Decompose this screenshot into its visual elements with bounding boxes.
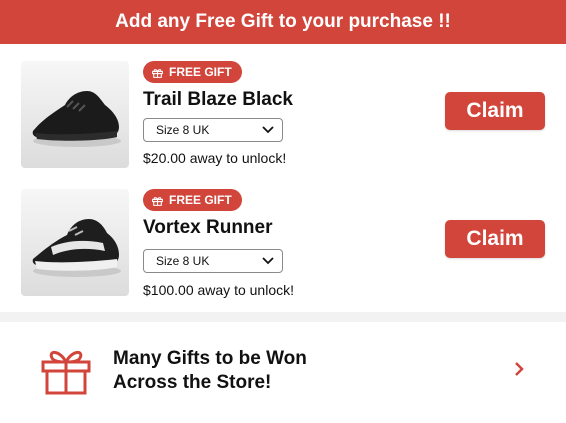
chevron-down-icon (262, 257, 274, 265)
gift-item: FREE GIFT Vortex Runner Size 8 UK $100.0… (0, 189, 566, 305)
chevron-down-icon (262, 126, 274, 134)
free-gift-badge: FREE GIFT (143, 189, 242, 211)
product-image (21, 61, 129, 168)
claim-button[interactable]: Claim (445, 220, 545, 258)
claim-button[interactable]: Claim (445, 92, 545, 130)
product-name: Vortex Runner (143, 217, 273, 238)
unlock-hint: $20.00 away to unlock! (143, 150, 287, 166)
free-gift-header: Add any Free Gift to your purchase !! (0, 0, 566, 44)
size-select[interactable]: Size 8 UK (143, 249, 283, 273)
badge-label: FREE GIFT (169, 65, 232, 79)
size-select-value: Size 8 UK (156, 254, 210, 268)
promo-line-1: Many Gifts to be Won (113, 348, 307, 369)
gift-item: FREE GIFT Trail Blaze Black Size 8 UK $2… (0, 61, 566, 177)
store-gifts-promo[interactable]: Many Gifts to be Won Across the Store! (0, 322, 566, 423)
badge-label: FREE GIFT (169, 193, 232, 207)
free-gift-badge: FREE GIFT (143, 61, 242, 83)
chevron-right-icon[interactable] (510, 360, 528, 378)
gift-icon (152, 196, 163, 206)
claim-label: Claim (466, 227, 524, 250)
gift-icon (41, 351, 91, 395)
product-name: Trail Blaze Black (143, 89, 293, 110)
promo-line-2: Across the Store! (113, 372, 272, 393)
unlock-hint: $100.00 away to unlock! (143, 282, 294, 298)
claim-label: Claim (466, 99, 524, 122)
size-select-value: Size 8 UK (156, 123, 210, 137)
free-gift-panel: Add any Free Gift to your purchase !! FR… (0, 0, 566, 312)
gift-icon (152, 68, 163, 78)
header-title: Add any Free Gift to your purchase !! (115, 11, 451, 32)
product-image (21, 189, 129, 296)
size-select[interactable]: Size 8 UK (143, 118, 283, 142)
promo-text: Many Gifts to be Won Across the Store! (113, 347, 307, 395)
